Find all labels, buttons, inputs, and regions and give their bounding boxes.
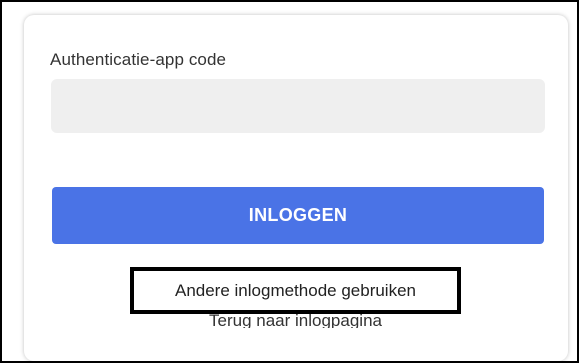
other-login-method-link[interactable]: Andere inlogmethode gebruiken — [130, 267, 461, 314]
authenticator-code-input[interactable] — [51, 79, 545, 133]
login-button[interactable]: INLOGGEN — [52, 187, 544, 244]
authenticator-code-label: Authenticatie-app code — [50, 50, 227, 69]
back-to-login-link[interactable]: Terug naar inlogpagina — [130, 310, 461, 328]
